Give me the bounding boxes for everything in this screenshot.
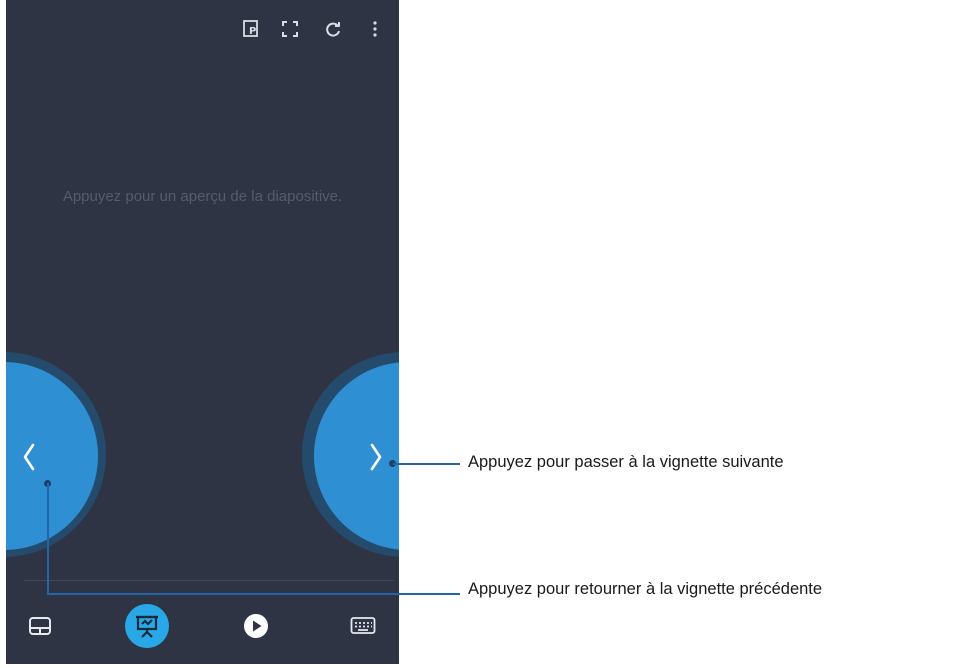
fullscreen-icon[interactable]	[279, 18, 301, 40]
next-callout-line	[393, 463, 460, 465]
chevron-right-icon	[370, 443, 382, 471]
chevron-left-icon	[23, 443, 35, 471]
bottom-divider	[24, 580, 394, 581]
bottom-toolbar	[6, 590, 399, 664]
svg-text:P: P	[249, 26, 256, 37]
touchpad-icon[interactable]	[18, 604, 62, 648]
refresh-icon[interactable]	[322, 18, 344, 40]
presentation-icon[interactable]	[125, 604, 169, 648]
presenter-icon[interactable]: P	[241, 18, 263, 40]
more-vert-icon[interactable]	[364, 18, 386, 40]
prev-slide-button[interactable]	[6, 362, 98, 550]
play-icon[interactable]	[234, 604, 278, 648]
phone-screen: P Appuyez pour un aperçu de la diapositi…	[6, 0, 399, 664]
prev-callout-label: Appuyez pour retourner à la vignette pré…	[468, 580, 823, 598]
top-toolbar: P	[199, 10, 399, 46]
prev-callout-line-vertical	[47, 483, 49, 594]
next-callout-label: Appuyez pour passer à la vignette suivan…	[468, 453, 784, 471]
slide-preview-hint[interactable]: Appuyez pour un aperçu de la diapositive…	[6, 188, 399, 205]
keyboard-icon[interactable]	[341, 604, 385, 648]
prev-callout-line-horizontal	[47, 593, 460, 595]
